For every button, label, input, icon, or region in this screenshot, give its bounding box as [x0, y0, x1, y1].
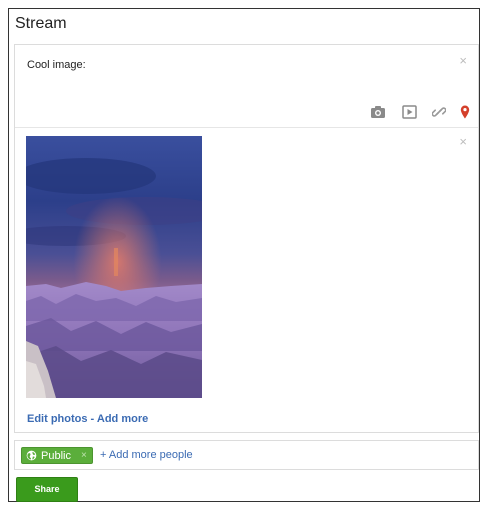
audience-bar: Public × + Add more people [14, 440, 479, 470]
add-more-people-link[interactable]: + Add more people [100, 449, 193, 461]
remove-attachment-icon[interactable]: × [459, 135, 467, 148]
close-composer-icon[interactable]: × [459, 54, 467, 67]
composer-divider [15, 127, 478, 128]
page-title: Stream [15, 15, 67, 32]
add-more-link[interactable]: Add more [97, 413, 148, 425]
location-pin-icon[interactable] [460, 105, 470, 119]
link-icon[interactable] [432, 105, 446, 119]
share-button[interactable]: Share [16, 477, 78, 502]
edit-photos-link[interactable]: Edit photos [27, 413, 88, 425]
public-chip-label: Public [41, 450, 71, 462]
camera-icon[interactable] [370, 105, 386, 119]
attached-photo [26, 136, 202, 398]
link-separator: - [87, 413, 97, 425]
public-audience-chip[interactable]: Public × [21, 447, 93, 464]
post-composer: Cool image: × × Edit photos - Add more [14, 44, 479, 433]
remove-public-icon[interactable]: × [81, 449, 87, 463]
video-icon[interactable] [402, 105, 417, 119]
photo-actions: Edit photos - Add more [27, 413, 148, 425]
post-text-input[interactable]: Cool image: [27, 59, 86, 71]
globe-icon [26, 450, 37, 461]
